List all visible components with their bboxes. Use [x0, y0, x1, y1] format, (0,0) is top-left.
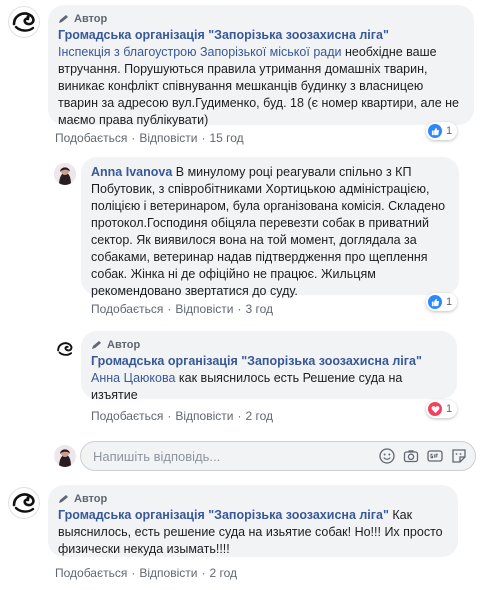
comment-bubble: Anna Ivanova В минулому році реагували с… — [81, 157, 459, 298]
reaction-badge[interactable]: 1 — [426, 122, 458, 140]
comment-actions: Подобається · Відповісти · 2 год — [91, 409, 273, 423]
org-logo-icon — [8, 487, 40, 519]
gif-icon[interactable] — [427, 448, 443, 464]
reply-link[interactable]: Відповісти — [139, 131, 197, 145]
org-avatar[interactable] — [54, 338, 76, 360]
person-photo-icon — [54, 445, 76, 467]
pen-icon — [92, 341, 101, 349]
org-logo-icon — [8, 6, 40, 38]
mention-link[interactable]: Інспекція з благоустрою Запорізької місь… — [58, 45, 342, 59]
reply-input[interactable] — [93, 448, 379, 464]
timestamp[interactable]: 2 год — [209, 566, 237, 580]
org-avatar[interactable] — [8, 6, 40, 38]
comment-text: Anna Ivanova В минулому році реагували с… — [91, 165, 446, 298]
current-user-avatar[interactable] — [54, 445, 76, 467]
comment-text: Інспекція з благоустрою Запорізької місь… — [58, 45, 459, 127]
author-badge: Автор — [58, 492, 448, 506]
comment-author[interactable]: Громадська організація "Запорізька зооза… — [91, 354, 422, 368]
author-badge: Автор — [91, 338, 447, 352]
timestamp[interactable]: 3 год — [245, 302, 273, 316]
reply-link[interactable]: Відповісти — [175, 409, 233, 423]
comment-bubble: Автор Громадська організація "Запорізька… — [48, 485, 458, 557]
emoji-icon[interactable] — [379, 448, 395, 464]
comment-bubble: Автор Громадська організація "Запорізька… — [81, 331, 457, 402]
pen-icon — [59, 495, 68, 503]
reply-link[interactable]: Відповісти — [139, 566, 197, 580]
comment-text: Анна Цаюкова как выяснилось есть Решение… — [91, 371, 403, 402]
reply-box — [80, 441, 476, 471]
love-icon — [428, 402, 442, 416]
person-photo-icon — [54, 163, 76, 185]
comment-author[interactable]: Громадська організація "Запорізька зооза… — [58, 28, 389, 42]
like-icon — [428, 124, 442, 138]
user-avatar[interactable] — [54, 163, 76, 185]
like-link[interactable]: Подобається — [91, 409, 163, 423]
reply-link[interactable]: Відповісти — [175, 302, 233, 316]
org-avatar[interactable] — [8, 487, 40, 519]
pen-icon — [59, 15, 68, 23]
comment-actions: Подобається · Відповісти · 2 год — [55, 566, 237, 580]
mention-link[interactable]: Анна Цаюкова — [91, 371, 175, 385]
like-link[interactable]: Подобається — [91, 302, 163, 316]
comment-author[interactable]: Anna Ivanova — [91, 165, 172, 179]
reaction-badge[interactable]: 1 — [426, 293, 458, 311]
comment-text: Громадська організація "Запорізька зооза… — [58, 508, 443, 556]
like-icon — [428, 295, 442, 309]
sticker-icon[interactable] — [451, 448, 467, 464]
camera-icon[interactable] — [403, 448, 419, 464]
comment-bubble: Автор Громадська організація "Запорізька… — [48, 5, 474, 127]
org-logo-icon — [54, 338, 76, 360]
timestamp[interactable]: 15 год — [209, 131, 243, 145]
like-link[interactable]: Подобається — [55, 131, 127, 145]
comment-author[interactable]: Громадська організація "Запорізька зооза… — [58, 508, 389, 522]
reaction-badge[interactable]: 1 — [426, 400, 458, 418]
comment-actions: Подобається · Відповісти · 15 год — [55, 131, 244, 145]
comment-actions: Подобається · Відповісти · 3 год — [91, 302, 273, 316]
like-link[interactable]: Подобається — [55, 566, 127, 580]
author-badge: Автор — [58, 12, 464, 26]
timestamp[interactable]: 2 год — [245, 409, 273, 423]
